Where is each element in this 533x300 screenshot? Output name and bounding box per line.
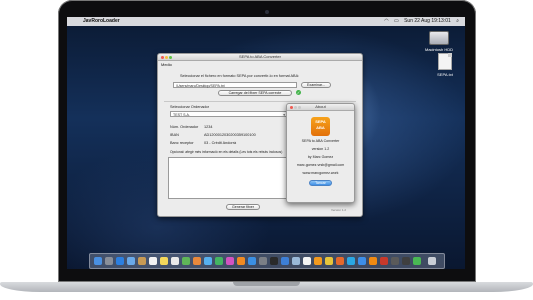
vlc-icon[interactable] [314,257,322,265]
menu-bar: JavRoroLoader ◠ ▭ Sun 22 Aug 19:13:01 ⌕ [67,17,465,26]
itunes-icon[interactable] [226,257,234,265]
window-menu[interactable]: Medio [161,62,172,67]
about-window: About SEPA ABA SEPA to ABA Converter ver… [286,103,355,203]
document-icon [438,53,452,70]
launchpad-icon[interactable] [105,257,113,265]
optional-label: Opcional: afegir més informació en els d… [170,150,283,154]
sepa-app-logo: SEPA ABA [311,117,330,136]
spotify-icon[interactable] [413,257,421,265]
zoom-icon[interactable] [169,56,172,59]
browse-button[interactable]: Examinar... [301,82,331,88]
hard-drive-icon [429,31,449,45]
main-window-title: SEPA to ABA Converter [239,54,281,59]
about-app-name: SEPA to ABA Converter [301,139,340,143]
about-window-titlebar[interactable]: About [287,104,354,111]
safari-icon[interactable] [116,257,124,265]
field-label: Banc receptor [170,141,194,145]
about-author: by Marc Gomez [307,155,334,159]
field-value: AD1200012030200359100100 [204,133,256,137]
sepa-app-icon[interactable] [369,257,377,265]
contacts-icon[interactable] [138,257,146,265]
desktop-screen: JavRoroLoader ◠ ▭ Sun 22 Aug 19:13:01 ⌕ … [67,17,465,269]
logo-text: SEPA ABA [315,119,326,130]
desktop-icon-label: Macintosh HDD [424,47,453,52]
load-sepa-button[interactable]: Carregar del fitxer SEPA correcte [218,90,292,96]
collector-heading: Seleccionar Ordenador [170,105,210,109]
reminders-icon[interactable] [171,257,179,265]
firefox-icon[interactable] [336,257,344,265]
about-email[interactable]: marc.gomez.vrsb@gmail.com [287,163,354,167]
wifi-icon[interactable]: ◠ [384,18,388,24]
messages-icon[interactable] [204,257,212,265]
facetime-icon[interactable] [215,257,223,265]
filezilla-icon[interactable] [380,257,388,265]
maps-icon[interactable] [182,257,190,265]
minimize-icon[interactable] [294,106,297,109]
textedit-icon[interactable] [303,257,311,265]
chrome-icon[interactable] [325,257,333,265]
collector-select[interactable]: TEST S.A. ▾ [170,111,288,117]
field-value: 03 - Crèdit Andorrà [204,141,237,145]
close-icon[interactable] [161,56,164,59]
dock [89,253,445,269]
chevron-down-icon: ▾ [283,113,285,117]
main-window-titlebar[interactable]: SEPA to ABA Converter [158,54,362,61]
file-path-input[interactable]: /Users/marc/Desktop/SEPA.txt [173,82,297,88]
app-store-icon[interactable] [248,257,256,265]
notes-icon[interactable] [160,257,168,265]
calendar-icon[interactable] [149,257,157,265]
menu-app-name[interactable]: JavRoroLoader [83,17,120,26]
mail-icon[interactable] [127,257,135,265]
about-window-title: About [315,104,326,109]
checkmark-icon: ✓ [296,90,301,95]
desktop-icon-sepa-file[interactable]: SEPA.txt [425,53,465,77]
window-controls [290,105,302,111]
skype-icon[interactable] [347,257,355,265]
minimize-icon[interactable] [165,56,168,59]
collector-selected-value: TEST S.A. [173,113,190,117]
search-icon[interactable]: ⌕ [456,18,459,24]
xcode-icon[interactable] [281,257,289,265]
menu-clock[interactable]: Sun 22 Aug 19:13:01 [404,18,451,24]
dropbox-icon[interactable] [358,257,366,265]
file-prompt: Seleccionar el fichero en formato SEPA p… [180,74,300,78]
zoom-icon[interactable] [298,106,301,109]
terminal-icon[interactable] [270,257,278,265]
github-icon[interactable] [402,257,410,265]
trash-icon[interactable] [428,257,436,265]
sublime-icon[interactable] [391,257,399,265]
laptop-frame: JavRoroLoader ◠ ▭ Sun 22 Aug 19:13:01 ⌕ … [0,0,533,300]
camera-icon [265,10,269,14]
details-textarea[interactable] [168,157,290,199]
preview-icon[interactable] [292,257,300,265]
divider [164,101,356,102]
about-website[interactable]: www.marcgomez.work [287,171,354,175]
field-label: Núm. Ordenador [170,125,199,129]
desktop-icon-label: SEPA.txt [437,72,453,77]
desktop-icon-hdd[interactable]: Macintosh HDD [419,31,459,52]
close-icon[interactable] [290,106,293,109]
menu-status: ◠ ▭ Sun 22 Aug 19:13:01 ⌕ [380,17,459,26]
field-value: 1234 [204,125,213,129]
window-controls [161,55,173,61]
close-about-button[interactable]: Tancar [309,180,332,186]
generate-file-button[interactable]: Generar fitxer [226,204,260,210]
battery-icon[interactable]: ▭ [394,18,399,24]
version-label: Version 1.2 [331,208,347,212]
photos-icon[interactable] [193,257,201,265]
laptop-notch [233,282,300,286]
finder-icon[interactable] [94,257,102,265]
system-preferences-icon[interactable] [259,257,267,265]
about-version: version 1.2 [311,147,330,151]
field-label: IBAN [170,133,179,137]
ibooks-icon[interactable] [237,257,245,265]
